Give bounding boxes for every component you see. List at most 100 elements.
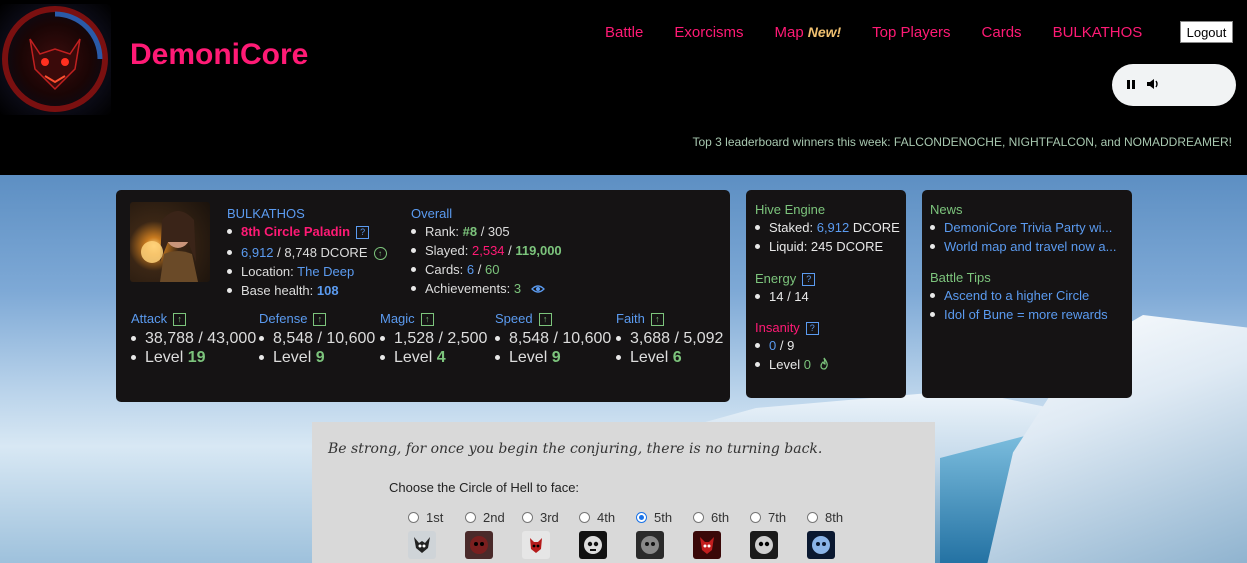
demon-icon[interactable] bbox=[408, 531, 436, 559]
nav-cards[interactable]: Cards bbox=[982, 24, 1022, 41]
cards-label: Cards: bbox=[425, 262, 464, 277]
circle-option-2nd[interactable]: 2nd bbox=[465, 510, 522, 559]
stat-faith: Faith ↑ 3,688 / 5,092 Level 6 bbox=[616, 310, 723, 367]
insanity-label: Insanity bbox=[755, 320, 800, 335]
news-item: DemoniCore Trivia Party wi... bbox=[918, 218, 1132, 237]
upgrade-arrow-icon[interactable]: ↑ bbox=[313, 313, 327, 327]
tip-item: Ascend to a higher Circle bbox=[918, 286, 1132, 305]
nav-map[interactable]: Map New! bbox=[775, 24, 842, 41]
location-link[interactable]: The Deep bbox=[297, 264, 354, 279]
level-label: Level bbox=[145, 349, 184, 366]
demon-icon[interactable] bbox=[522, 531, 550, 559]
circle-option-1st[interactable]: 1st bbox=[408, 510, 465, 559]
circle-radio[interactable] bbox=[408, 512, 419, 523]
news-link[interactable]: World map and travel now a... bbox=[944, 239, 1116, 254]
volume-icon[interactable] bbox=[1146, 78, 1160, 93]
location-label: Location: bbox=[241, 264, 294, 279]
circle-option-3rd[interactable]: 3rd bbox=[522, 510, 579, 559]
stat-level-row: Level 9 bbox=[483, 348, 611, 367]
help-icon[interactable]: ? bbox=[356, 226, 370, 240]
level-value: 6 bbox=[672, 349, 682, 366]
circle-label: 1st bbox=[426, 510, 444, 525]
eye-icon[interactable] bbox=[530, 280, 545, 299]
player-name[interactable]: BULKATHOS bbox=[227, 205, 387, 222]
circle-option-4th[interactable]: 4th bbox=[579, 510, 636, 559]
nav-profile[interactable]: BULKATHOS bbox=[1053, 24, 1143, 41]
site-header: DemoniCore Battle Exorcisms Map New! Top … bbox=[0, 0, 1247, 175]
help-icon[interactable]: ? bbox=[802, 273, 816, 287]
level-value: 9 bbox=[551, 349, 561, 366]
energy-heading: Energy? bbox=[755, 270, 906, 287]
upgrade-arrow-icon[interactable]: ↑ bbox=[420, 313, 434, 327]
circle-label: 4th bbox=[597, 510, 616, 525]
rank-total: / 305 bbox=[480, 224, 510, 239]
demon-icon[interactable] bbox=[807, 531, 835, 559]
demon-icon[interactable] bbox=[579, 531, 607, 559]
staked-unit: DCORE bbox=[852, 220, 900, 235]
circle-radio[interactable] bbox=[522, 512, 533, 523]
rank-label: Rank: bbox=[425, 224, 459, 239]
help-icon[interactable]: ? bbox=[805, 322, 819, 336]
level-value: 19 bbox=[187, 349, 206, 366]
leaderboard-ticker: Top 3 leaderboard winners this week: FAL… bbox=[692, 135, 1232, 149]
news-heading: News bbox=[930, 202, 963, 217]
player-title: 8th Circle Paladin bbox=[241, 224, 351, 239]
pause-icon[interactable] bbox=[1126, 78, 1136, 93]
achievements-value: 3 bbox=[513, 281, 522, 296]
circle-label: 3rd bbox=[540, 510, 559, 525]
upgrade-arrow-icon[interactable]: ↑ bbox=[373, 247, 387, 261]
stat-name: Magic bbox=[380, 311, 415, 326]
liquid-row: Liquid: 245 DCORE bbox=[743, 237, 906, 256]
slayed-label: Slayed: bbox=[425, 243, 469, 258]
demon-icon[interactable] bbox=[693, 531, 721, 559]
achievements-label: Achievements: bbox=[425, 281, 511, 296]
circle-radio[interactable] bbox=[465, 512, 476, 523]
stat-level-row: Level 19 bbox=[119, 348, 256, 367]
demon-icon[interactable] bbox=[636, 531, 664, 559]
news-link[interactable]: DemoniCore Trivia Party wi... bbox=[944, 220, 1112, 235]
circle-radio[interactable] bbox=[579, 512, 590, 523]
news-panel: News DemoniCore Trivia Party wi... World… bbox=[922, 190, 1132, 398]
circle-option-8th[interactable]: 8th bbox=[807, 510, 864, 559]
level-value: 4 bbox=[436, 349, 446, 366]
nav-exorcisms[interactable]: Exorcisms bbox=[674, 24, 743, 41]
circle-radio[interactable] bbox=[693, 512, 704, 523]
site-logo[interactable] bbox=[0, 4, 111, 115]
circle-option-5th[interactable]: 5th bbox=[636, 510, 693, 559]
upgrade-arrow-icon[interactable]: ↑ bbox=[173, 313, 187, 327]
stat-value: 8,548 / 10,600 bbox=[247, 329, 375, 348]
cards-row: Cards: 6 / 60 bbox=[399, 260, 562, 279]
tip-link[interactable]: Idol of Bune = more rewards bbox=[944, 307, 1108, 322]
circle-radio-selected[interactable] bbox=[636, 512, 647, 523]
conjure-quote: Be strong, for once you begin the conjur… bbox=[328, 441, 823, 457]
demon-icon[interactable] bbox=[750, 531, 778, 559]
circle-option-7th[interactable]: 7th bbox=[750, 510, 807, 559]
circle-radio[interactable] bbox=[750, 512, 761, 523]
nav-top-players[interactable]: Top Players bbox=[872, 24, 950, 41]
stat-value: 8,548 / 10,600 bbox=[483, 329, 611, 348]
stat-magic: Magic ↑ 1,528 / 2,500 Level 4 bbox=[380, 310, 487, 367]
nav-battle[interactable]: Battle bbox=[605, 24, 643, 41]
tip-link[interactable]: Ascend to a higher Circle bbox=[944, 288, 1089, 303]
base-health-value: 108 bbox=[316, 283, 339, 298]
staked-row: Staked: 6,912 DCORE bbox=[743, 218, 906, 237]
stat-speed: Speed ↑ 8,548 / 10,600 Level 9 bbox=[495, 310, 611, 367]
circle-radio[interactable] bbox=[807, 512, 818, 523]
demon-icon[interactable] bbox=[465, 531, 493, 559]
player-dcore-row: 6,912 / 8,748 DCORE ↑ bbox=[215, 243, 387, 262]
audio-player bbox=[1112, 64, 1236, 106]
tips-heading: Battle Tips bbox=[930, 270, 991, 285]
conjure-panel: Be strong, for once you begin the conjur… bbox=[312, 422, 935, 563]
character-avatar bbox=[130, 202, 210, 282]
stat-defense: Defense ↑ 8,548 / 10,600 Level 9 bbox=[259, 310, 375, 367]
circle-option-6th[interactable]: 6th bbox=[693, 510, 750, 559]
upgrade-arrow-icon[interactable]: ↑ bbox=[538, 313, 552, 327]
logout-button[interactable]: Logout bbox=[1180, 21, 1233, 43]
upgrade-arrow-icon[interactable]: ↑ bbox=[650, 313, 664, 327]
insanity-level: 0 bbox=[803, 357, 811, 372]
insanity-row: 0 / 9 bbox=[743, 336, 906, 355]
level-label: Level bbox=[273, 349, 312, 366]
base-health-label: Base health: bbox=[241, 283, 314, 298]
slayed-total: 119,000 bbox=[515, 243, 562, 258]
circle-label: 7th bbox=[768, 510, 787, 525]
